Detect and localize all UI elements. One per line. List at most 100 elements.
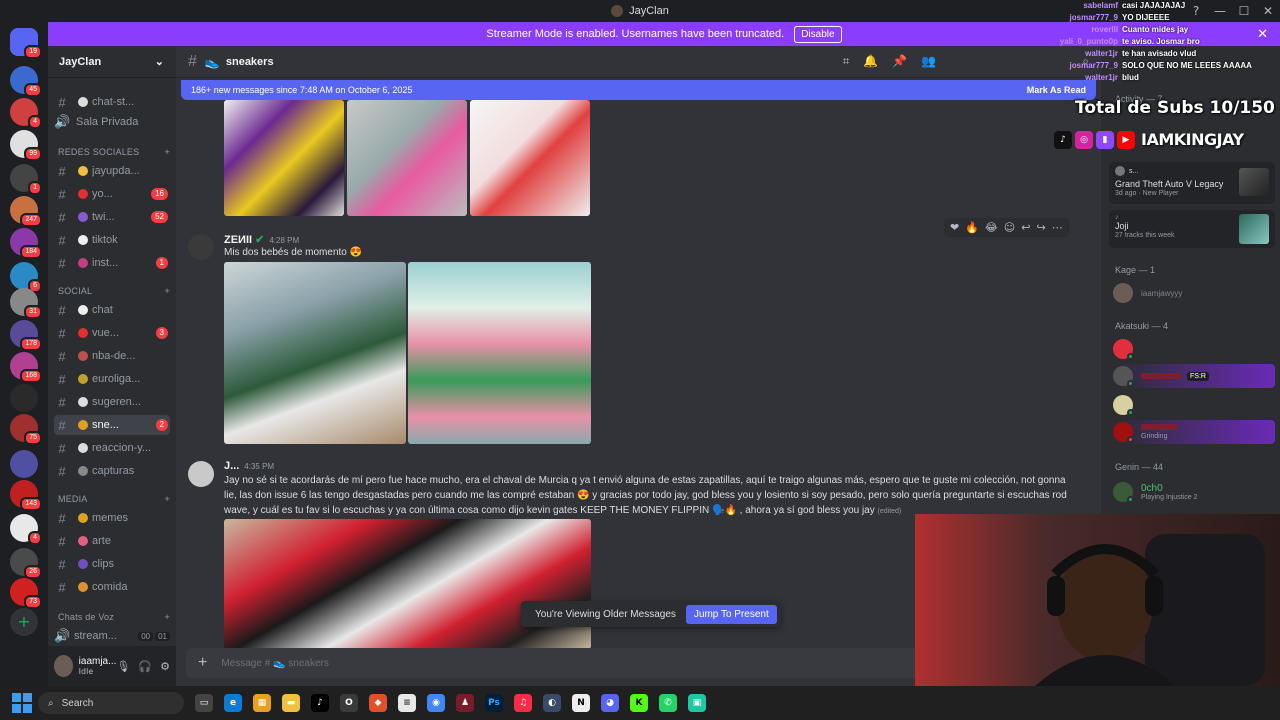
add-channel-icon[interactable]: + xyxy=(165,494,170,504)
message-input[interactable]: Message # 👟 sneakers xyxy=(221,658,329,669)
sneaker-image[interactable] xyxy=(224,262,406,444)
server-icon[interactable]: 99 xyxy=(10,130,42,161)
server-icon[interactable]: 247 xyxy=(10,196,42,227)
channel-comida[interactable]: # comida xyxy=(54,577,170,597)
category-social[interactable]: SOCIAL + xyxy=(58,286,170,296)
channel-euroliga[interactable]: # euroliga... xyxy=(54,369,170,389)
channel-chat-st[interactable]: # chat-st... xyxy=(54,92,170,112)
channel-clips[interactable]: # clips xyxy=(54,554,170,574)
notion-icon[interactable]: N xyxy=(572,694,590,712)
server-icon[interactable]: 143 xyxy=(10,480,42,511)
new-messages-bar[interactable]: 186+ new messages since 7:48 AM on Octob… xyxy=(181,80,1096,100)
member-row[interactable]: FS:R xyxy=(1113,364,1275,388)
sneaker-image[interactable] xyxy=(224,519,591,649)
app-icon[interactable]: ♟ xyxy=(456,694,474,712)
laugh-reaction-icon[interactable]: 😂 xyxy=(985,221,998,234)
member-row[interactable]: iaamjawyyy xyxy=(1113,281,1275,305)
more-icon[interactable]: ⋯ xyxy=(1052,221,1063,234)
server-icon[interactable]: 4 xyxy=(10,514,42,545)
member-row[interactable] xyxy=(1113,337,1275,361)
add-channel-icon[interactable]: + xyxy=(165,147,170,157)
edge-icon[interactable]: e xyxy=(224,694,242,712)
opera-icon[interactable]: O xyxy=(340,694,358,712)
voice-channel-stream[interactable]: 🔊 stream... 00 01 xyxy=(54,626,170,646)
avatar[interactable] xyxy=(54,655,73,677)
channel-sne[interactable]: # sne... 2 xyxy=(54,415,170,435)
avatar[interactable] xyxy=(188,234,214,260)
sneaker-image[interactable] xyxy=(347,100,467,216)
server-icon[interactable]: 75 xyxy=(10,414,42,445)
channel-nba-de[interactable]: # nba-de... xyxy=(54,346,170,366)
member-row[interactable]: Grinding xyxy=(1113,420,1275,444)
store-icon[interactable]: ▦ xyxy=(253,694,271,712)
bell-icon[interactable]: 🔔 xyxy=(863,54,878,69)
guild-header[interactable]: JayClan ⌄ xyxy=(48,46,176,78)
category-chats-de-voz[interactable]: Chats de Voz + xyxy=(58,612,170,622)
message-author[interactable]: J... 4:35 PM xyxy=(224,460,274,472)
channel-capturas[interactable]: # capturas xyxy=(54,461,170,481)
server-icon[interactable] xyxy=(10,450,38,478)
sneaker-image[interactable] xyxy=(224,100,344,216)
app-icon[interactable]: ▣ xyxy=(688,694,706,712)
server-icon[interactable]: 31 xyxy=(10,288,42,319)
channel-memes[interactable]: # memes xyxy=(54,508,170,528)
category-media[interactable]: MEDIA + xyxy=(58,494,170,504)
message-composer[interactable]: + Message # 👟 sneakers xyxy=(186,648,926,678)
server-icon[interactable]: 6 xyxy=(10,262,42,293)
member-row[interactable]: 0ch0 Playing Injustice 2 xyxy=(1113,480,1275,504)
pin-icon[interactable]: 📌 xyxy=(892,54,907,69)
server-icon[interactable]: 4 xyxy=(10,98,42,129)
tiktok-icon[interactable]: ♪ xyxy=(311,694,329,712)
disable-streamer-mode-button[interactable]: Disable xyxy=(794,25,842,43)
jump-to-present-button[interactable]: Jump To Present xyxy=(685,604,777,624)
channel-twi[interactable]: # twi... 52 xyxy=(54,207,170,227)
gear-icon[interactable]: ⚙ xyxy=(160,660,170,673)
folder-icon[interactable]: ▬ xyxy=(282,694,300,712)
channel-jayupda[interactable]: # jayupda... xyxy=(54,161,170,181)
sneaker-image[interactable] xyxy=(470,100,590,216)
notepad-icon[interactable]: ≡ xyxy=(398,694,416,712)
channel-sugeren[interactable]: # sugeren... xyxy=(54,392,170,412)
channel-yo[interactable]: # yo... 16 xyxy=(54,184,170,204)
task-view-icon[interactable]: ▭ xyxy=(195,694,213,712)
app-icon[interactable]: ◆ xyxy=(369,694,387,712)
channel-vue[interactable]: # vue... 3 xyxy=(54,323,170,343)
avatar[interactable] xyxy=(188,461,214,487)
server-icon[interactable]: 168 xyxy=(10,352,42,383)
music-icon[interactable]: ♫ xyxy=(514,694,532,712)
server-icon[interactable]: 1 xyxy=(10,164,42,195)
discord-icon[interactable]: ◕ xyxy=(601,694,619,712)
chrome-icon[interactable]: ◉ xyxy=(427,694,445,712)
add-channel-icon[interactable]: + xyxy=(165,286,170,296)
activity-card-gta[interactable]: s... Grand Theft Auto V Legacy 3d ago · … xyxy=(1109,162,1275,204)
server-icon[interactable]: 26 xyxy=(10,548,42,579)
server-icon[interactable] xyxy=(10,384,38,412)
add-reaction-icon[interactable]: ☺ xyxy=(1004,221,1015,234)
channel-reaccion-y[interactable]: # reaccion-y... xyxy=(54,438,170,458)
members-icon[interactable]: 👥 xyxy=(921,54,936,69)
server-icon[interactable]: 184 xyxy=(10,228,42,259)
sneaker-image[interactable] xyxy=(408,262,591,444)
server-icon[interactable]: 45 xyxy=(10,66,42,97)
channel-tiktok[interactable]: # tiktok xyxy=(54,230,170,250)
reply-icon[interactable]: ↩ xyxy=(1021,221,1030,234)
activity-card-music[interactable]: ♪ Joji 27 tracks this week xyxy=(1109,210,1275,248)
kick-icon[interactable]: K xyxy=(630,694,648,712)
attach-plus-icon[interactable]: + xyxy=(198,654,207,672)
server-icon[interactable]: 73 xyxy=(10,578,42,609)
mark-as-read-button[interactable]: Mark As Read xyxy=(1027,85,1086,95)
headphones-icon[interactable]: 🎧 xyxy=(138,660,152,673)
photoshop-icon[interactable]: Ps xyxy=(485,694,503,712)
add-server-button[interactable]: + xyxy=(10,608,38,636)
channel-inst[interactable]: # inst... 1 xyxy=(54,253,170,273)
forward-icon[interactable]: ↪ xyxy=(1036,221,1045,234)
member-row[interactable] xyxy=(1113,393,1275,417)
threads-icon[interactable]: ⌗ xyxy=(843,54,850,69)
server-icon[interactable]: 19 xyxy=(10,28,42,59)
server-icon[interactable]: 178 xyxy=(10,320,42,351)
microphone-icon[interactable]: 🎙 xyxy=(116,660,130,673)
taskbar-search[interactable]: ⌕ Search xyxy=(38,692,184,714)
fire-reaction-icon[interactable]: 🔥 xyxy=(965,221,979,234)
add-channel-icon[interactable]: + xyxy=(165,612,170,622)
channel-chat[interactable]: # chat xyxy=(54,300,170,320)
